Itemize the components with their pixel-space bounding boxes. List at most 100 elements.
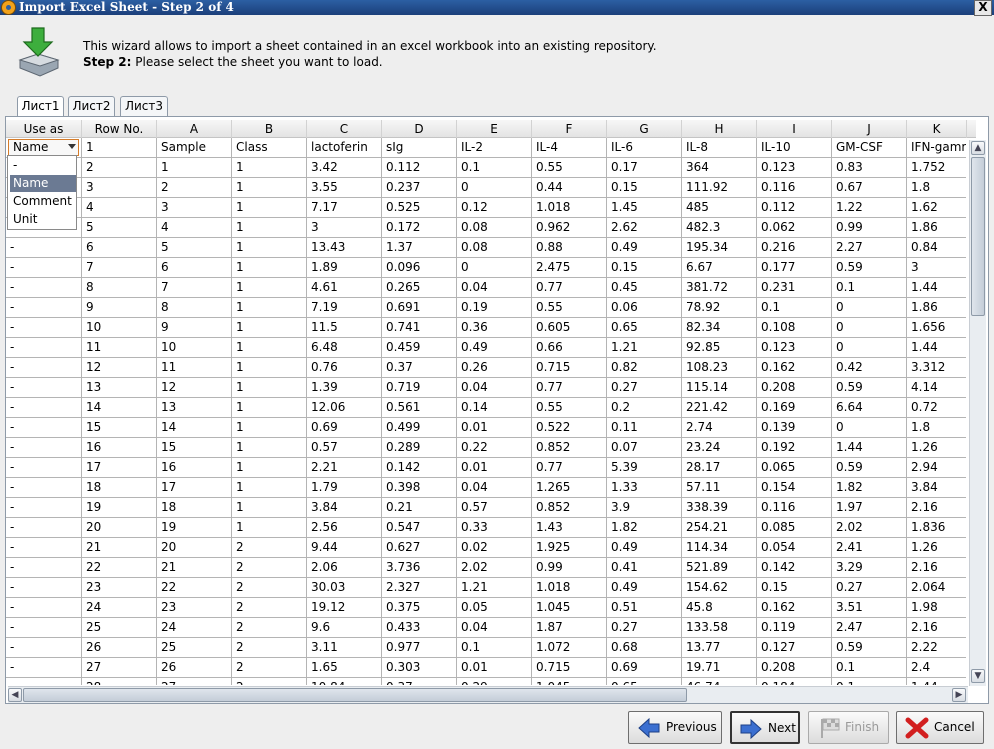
table-cell[interactable]: 0.184: [757, 678, 832, 685]
table-cell[interactable]: 1.97: [832, 498, 907, 518]
table-cell[interactable]: 0: [457, 258, 532, 278]
table-cell[interactable]: 0.36: [457, 318, 532, 338]
table-cell[interactable]: 0.01: [457, 418, 532, 438]
tab-sheet3[interactable]: Лист3: [120, 96, 168, 116]
table-cell[interactable]: 57.11: [682, 478, 757, 498]
table-row[interactable]: -7 6 1 1.89 0.096 0 2.475 0.15 6.67 0.177 0.59 3: [6, 258, 966, 278]
table-cell[interactable]: IL-8: [682, 138, 757, 158]
table-cell[interactable]: 1.79: [307, 478, 382, 498]
table-cell[interactable]: sIg: [382, 138, 457, 158]
table-cell[interactable]: 20: [157, 538, 232, 558]
table-cell[interactable]: 9: [82, 298, 157, 318]
table-cell[interactable]: 0.054: [757, 538, 832, 558]
table-cell[interactable]: 4: [82, 198, 157, 218]
table-cell[interactable]: 0.04: [457, 378, 532, 398]
table-cell[interactable]: 2.16: [907, 618, 966, 638]
table-cell[interactable]: 13: [157, 398, 232, 418]
table-cell[interactable]: 2.02: [457, 558, 532, 578]
table-cell[interactable]: 9: [157, 318, 232, 338]
table-cell[interactable]: 2.327: [382, 578, 457, 598]
table-cell[interactable]: 0.962: [532, 218, 607, 238]
table-cell[interactable]: 8: [157, 298, 232, 318]
table-cell[interactable]: 3.55: [307, 178, 382, 198]
table-cell[interactable]: 12: [82, 358, 157, 378]
table-row[interactable]: -25 24 2 9.6 0.433 0.04 1.87 0.27 133.58 0.119 2.4…: [6, 618, 966, 638]
table-cell[interactable]: 1.86: [907, 218, 966, 238]
table-cell[interactable]: 13.77: [682, 638, 757, 658]
table-row[interactable]: -21 20 2 9.44 0.627 0.02 1.925 0.49 114.34 0.054 2…: [6, 538, 966, 558]
table-cell[interactable]: 0.42: [832, 358, 907, 378]
table-cell[interactable]: 1.22: [832, 198, 907, 218]
table-cell[interactable]: 24: [82, 598, 157, 618]
use-as-cell[interactable]: -: [6, 398, 82, 418]
table-cell[interactable]: 15: [157, 438, 232, 458]
table-cell[interactable]: 7: [157, 278, 232, 298]
table-cell[interactable]: 2: [232, 638, 307, 658]
use-as-cell[interactable]: -: [6, 358, 82, 378]
table-cell[interactable]: 0.45: [607, 278, 682, 298]
table-cell[interactable]: 1.82: [832, 478, 907, 498]
table-cell[interactable]: 0.27: [607, 378, 682, 398]
table-cell[interactable]: 0.522: [532, 418, 607, 438]
table-cell[interactable]: 18: [82, 478, 157, 498]
table-cell[interactable]: 0.062: [757, 218, 832, 238]
table-cell[interactable]: 12: [157, 378, 232, 398]
table-row[interactable]: -26 25 2 3.11 0.977 0.1 1.072 0.68 13.77 0.127 0.5…: [6, 638, 966, 658]
table-cell[interactable]: 1.44: [907, 338, 966, 358]
table-cell[interactable]: 364: [682, 158, 757, 178]
table-cell[interactable]: 1: [157, 158, 232, 178]
table-cell[interactable]: 0.01: [457, 658, 532, 678]
table-cell[interactable]: 0.08: [457, 238, 532, 258]
cancel-button[interactable]: Cancel: [896, 711, 984, 744]
table-cell[interactable]: 0.04: [457, 618, 532, 638]
table-cell[interactable]: 2.56: [307, 518, 382, 538]
table-cell[interactable]: 0.76: [307, 358, 382, 378]
table-row[interactable]: -14 13 1 12.06 0.561 0.14 0.55 0.2 221.42 0.169 6.…: [6, 398, 966, 418]
table-cell[interactable]: 19: [82, 498, 157, 518]
table-cell[interactable]: 0.59: [832, 458, 907, 478]
previous-button[interactable]: Previous: [628, 711, 722, 744]
table-cell[interactable]: 0.99: [532, 558, 607, 578]
table-cell[interactable]: 18: [157, 498, 232, 518]
table-cell[interactable]: 0.08: [457, 218, 532, 238]
table-cell[interactable]: Class: [232, 138, 307, 158]
use-as-cell[interactable]: -: [6, 318, 82, 338]
table-cell[interactable]: 22: [82, 558, 157, 578]
table-cell[interactable]: 0.59: [832, 258, 907, 278]
table-cell[interactable]: 26: [157, 658, 232, 678]
table-cell[interactable]: 2: [232, 618, 307, 638]
table-cell[interactable]: 1.82: [607, 518, 682, 538]
table-cell[interactable]: 1.072: [532, 638, 607, 658]
table-cell[interactable]: 2.94: [907, 458, 966, 478]
table-cell[interactable]: 5.39: [607, 458, 682, 478]
table-cell[interactable]: 0.627: [382, 538, 457, 558]
table-cell[interactable]: 6.64: [832, 398, 907, 418]
table-cell[interactable]: 0.1: [832, 678, 907, 685]
table-cell[interactable]: 1: [232, 478, 307, 498]
table-cell[interactable]: 0.57: [307, 438, 382, 458]
table-cell[interactable]: 9.6: [307, 618, 382, 638]
table-row[interactable]: -18 17 1 1.79 0.398 0.04 1.265 1.33 57.11 0.154 1.…: [6, 478, 966, 498]
finish-button[interactable]: Finish: [808, 711, 889, 744]
table-cell[interactable]: 14: [157, 418, 232, 438]
table-cell[interactable]: 0.216: [757, 238, 832, 258]
table-cell[interactable]: 0.1: [832, 278, 907, 298]
table-cell[interactable]: 92.85: [682, 338, 757, 358]
table-cell[interactable]: 0.72: [907, 398, 966, 418]
use-as-cell[interactable]: -: [6, 598, 82, 618]
table-cell[interactable]: 25: [82, 618, 157, 638]
table-cell[interactable]: 0.15: [607, 258, 682, 278]
table-row[interactable]: -24 23 2 19.12 0.375 0.05 1.045 0.51 45.8 0.162 3.…: [6, 598, 966, 618]
table-cell[interactable]: IL-10: [757, 138, 832, 158]
table-cell[interactable]: 1.045: [532, 678, 607, 685]
table-cell[interactable]: 6: [82, 238, 157, 258]
table-cell[interactable]: 6: [157, 258, 232, 278]
table-cell[interactable]: 6.67: [682, 258, 757, 278]
table-cell[interactable]: 1: [232, 218, 307, 238]
table-cell[interactable]: 1: [232, 318, 307, 338]
table-cell[interactable]: 0.108: [757, 318, 832, 338]
table-cell[interactable]: 1: [232, 258, 307, 278]
table-cell[interactable]: 0.57: [457, 498, 532, 518]
table-cell[interactable]: 2.02: [832, 518, 907, 538]
table-cell[interactable]: 3.51: [832, 598, 907, 618]
